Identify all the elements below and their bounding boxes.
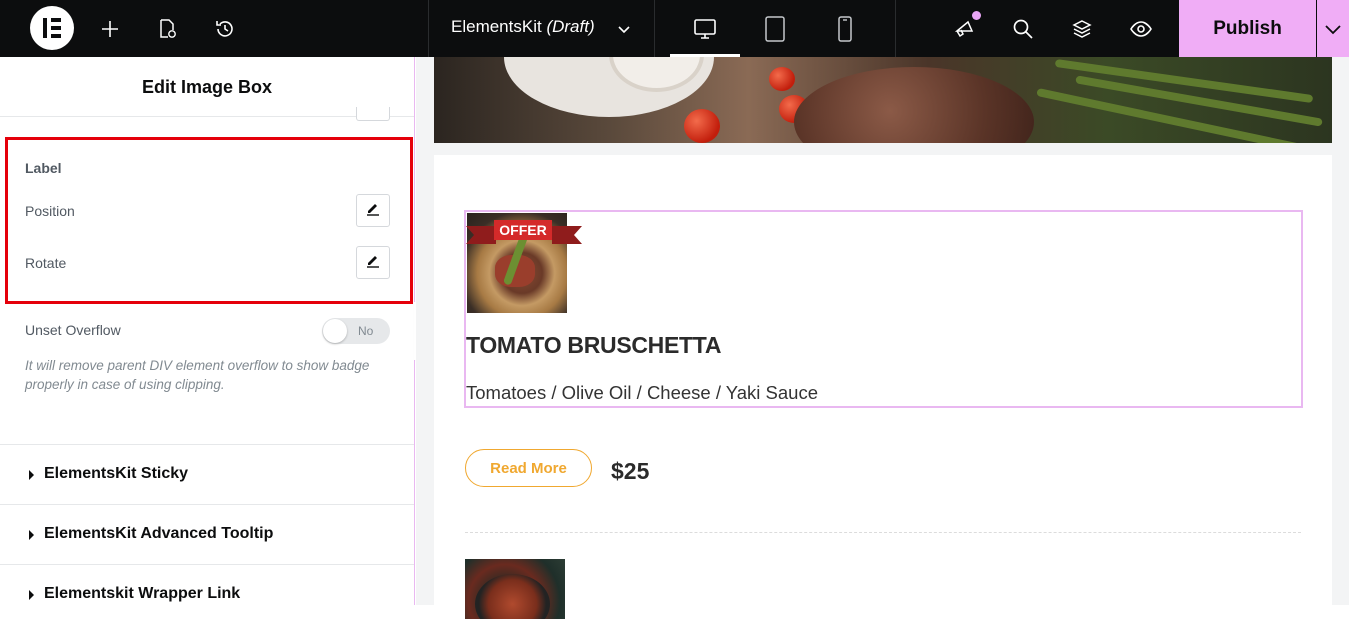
document-name: ElementsKit [451,17,542,36]
position-edit-button[interactable] [356,194,390,227]
rotate-label: Rotate [25,255,67,271]
hero-food-image [434,57,1332,143]
item-divider [465,532,1301,533]
read-more-button[interactable]: Read More [465,449,592,487]
control-stub[interactable] [356,107,390,121]
position-label: Position [25,203,75,219]
item-title: TOMATO BRUSCHETTA [466,332,722,358]
unset-overflow-label: Unset Overflow [25,322,121,338]
chevron-down-icon[interactable] [609,14,639,44]
desktop-view-icon[interactable] [690,14,720,44]
label-section-heading: Label [25,160,62,176]
add-element-icon[interactable] [95,14,125,44]
section-label: ElementsKit Advanced Tooltip [44,525,274,542]
search-icon[interactable] [1008,14,1038,44]
image-box-widget[interactable]: OFFER TOMATO BRUSCHETTA Tomatoes / Olive… [464,210,1303,408]
preview-eye-icon[interactable] [1126,14,1156,44]
rotate-edit-button[interactable] [356,246,390,279]
caret-right-icon [29,530,34,540]
item-price: $25 [611,458,650,484]
pencil-icon [365,200,381,221]
caret-right-icon [29,590,34,600]
history-icon[interactable] [210,14,240,44]
document-status: (Draft) [546,17,595,36]
pencil-icon [365,252,381,273]
section-elementskit-wrapper-link[interactable]: Elementskit Wrapper Link [0,564,414,624]
editor-panel: Edit Image Box Label Position Rotate Uns… [0,57,415,605]
panel-header: Edit Image Box [0,57,414,117]
section-elementskit-advanced-tooltip[interactable]: ElementsKit Advanced Tooltip [0,504,414,564]
publish-button[interactable]: Publish [1179,0,1316,57]
editor-topbar: ElementsKit (Draft) Publish [0,0,1349,57]
mobile-view-icon[interactable] [830,14,860,44]
page-settings-icon[interactable] [152,14,182,44]
item-description: Tomatoes / Olive Oil / Cheese / Yaki Sau… [466,382,819,403]
highlight-box [5,137,413,304]
layers-icon[interactable] [1067,14,1097,44]
toggle-value: No [358,324,374,338]
notification-dot [972,11,981,20]
offer-badge: OFFER [466,220,582,244]
elementor-logo-icon[interactable] [30,6,74,50]
panel-title: Edit Image Box [141,77,273,97]
toggle-knob [323,319,347,343]
food-image-2 [465,559,565,619]
caret-right-icon [29,470,34,480]
section-label: ElementsKit Sticky [44,465,189,482]
offer-badge-text: OFFER [494,220,552,240]
section-elementskit-sticky[interactable]: ElementsKit Sticky [0,444,414,504]
preview-canvas: OFFER TOMATO BRUSCHETTA Tomatoes / Olive… [416,57,1349,619]
document-title[interactable]: ElementsKit (Draft) [451,17,595,37]
unset-overflow-toggle[interactable]: No [322,318,390,344]
unset-overflow-help: It will remove parent DIV element overfl… [25,358,370,392]
menu-card: OFFER TOMATO BRUSCHETTA Tomatoes / Olive… [434,155,1332,619]
section-label: Elementskit Wrapper Link [44,585,241,602]
publish-options-chevron-icon[interactable] [1317,0,1349,57]
tablet-view-icon[interactable] [760,14,790,44]
